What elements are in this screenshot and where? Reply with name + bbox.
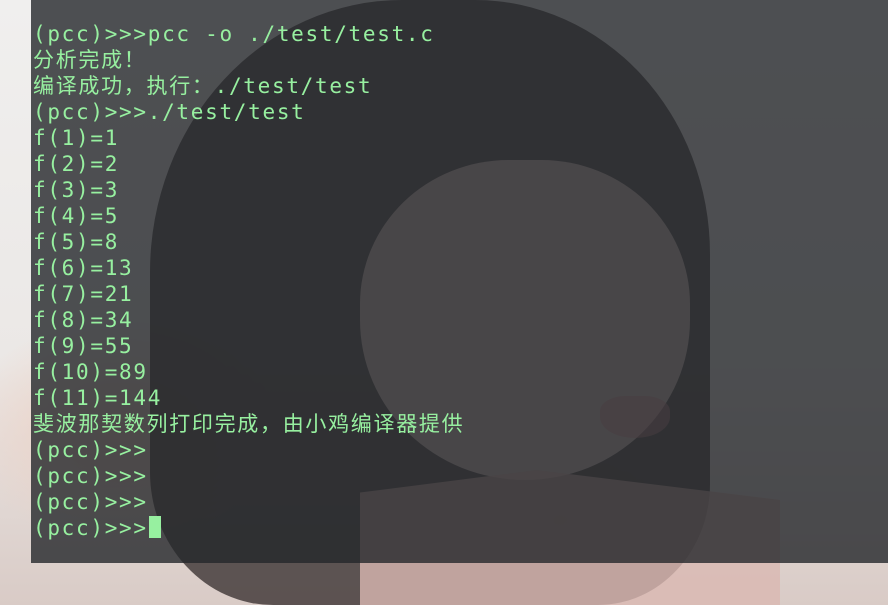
terminal-line: f(8)=34 [33, 308, 134, 332]
terminal-line: f(3)=3 [33, 178, 120, 202]
terminal-line: f(7)=21 [33, 282, 134, 306]
terminal-line: 斐波那契数列打印完成，由小鸡编译器提供 [33, 412, 465, 436]
terminal-window[interactable]: (pcc)>>>pcc -o ./test/test.c 分析完成！ 编译成功，… [31, 0, 888, 563]
terminal-line: (pcc)>>> [33, 490, 148, 514]
terminal-line: (pcc)>>>pcc -o ./test/test.c [33, 22, 435, 46]
desktop-wallpaper: (pcc)>>>pcc -o ./test/test.c 分析完成！ 编译成功，… [0, 0, 888, 605]
terminal-line: f(11)=144 [33, 386, 163, 410]
terminal-line: f(9)=55 [33, 334, 134, 358]
terminal-input-line[interactable]: (pcc)>>> [33, 515, 853, 541]
terminal-line: (pcc)>>> [33, 438, 148, 462]
cursor-icon [148, 516, 161, 538]
terminal-line: f(6)=13 [33, 256, 134, 280]
terminal-line: (pcc)>>> [33, 464, 148, 488]
terminal-line: 分析完成！ [33, 48, 147, 72]
terminal-line: f(10)=89 [33, 360, 148, 384]
terminal-prompt: (pcc)>>> [33, 516, 148, 540]
terminal-line: f(4)=5 [33, 204, 120, 228]
terminal-line: f(5)=8 [33, 230, 120, 254]
terminal-line: 编译成功，执行：./test/test [33, 74, 373, 98]
terminal-line: (pcc)>>>./test/test [33, 100, 306, 124]
terminal-line: f(2)=2 [33, 152, 120, 176]
terminal-output: (pcc)>>>pcc -o ./test/test.c 分析完成！ 编译成功，… [33, 21, 853, 541]
terminal-line: f(1)=1 [33, 126, 120, 150]
